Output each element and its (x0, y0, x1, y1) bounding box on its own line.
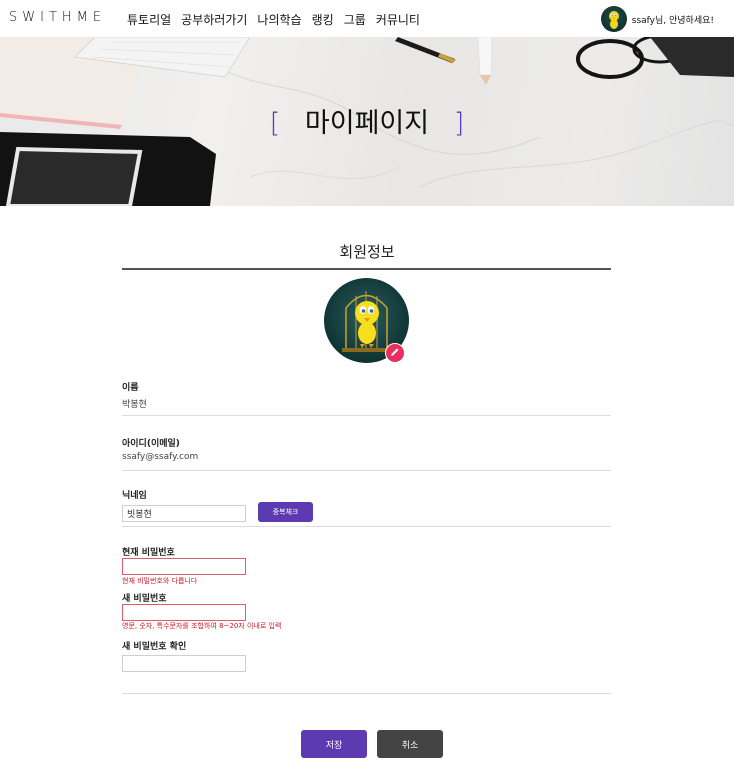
menu-item-ranking[interactable]: 랭킹 (312, 11, 334, 28)
id-label: 아이디(이메일) (122, 439, 180, 449)
page-title-text: 마이페이지 (304, 108, 430, 139)
current-password-error: 현재 비밀번호와 다릅니다 (122, 577, 198, 585)
save-button[interactable]: 저장 (301, 730, 367, 758)
title-divider (122, 268, 611, 270)
menu-item-group[interactable]: 그룹 (344, 11, 366, 28)
current-password-input[interactable] (122, 558, 246, 575)
top-nav: SWITHME 튜토리얼 공부하러가기 나의학습 랭킹 그룹 커뮤니티 ssaf… (0, 0, 734, 37)
user-menu[interactable]: ssafy님, 안녕하세요! (600, 6, 714, 32)
avatar[interactable] (600, 6, 627, 32)
bracket-right: ] (453, 108, 465, 139)
divider (122, 415, 611, 416)
bracket-left: [ (269, 108, 281, 139)
confirm-password-input[interactable] (122, 655, 246, 672)
name-value: 박봉현 (122, 400, 147, 410)
nickname-label: 닉네임 (122, 491, 147, 501)
current-password-label: 현재 비밀번호 (122, 548, 175, 558)
divider (122, 470, 611, 471)
menu-item-study[interactable]: 공부하러가기 (181, 11, 247, 28)
name-label: 이름 (122, 383, 139, 393)
id-value: ssafy@ssafy.com (122, 452, 199, 462)
divider (122, 526, 611, 527)
new-password-input[interactable] (122, 604, 246, 621)
duplicate-check-button[interactable]: 중복체크 (258, 502, 313, 522)
greeting-text: ssafy님, 안녕하세요! (631, 15, 714, 26)
divider (122, 693, 611, 694)
edit-profile-image-button[interactable] (385, 343, 405, 363)
page-banner: [ 마이페이지 ] (0, 37, 734, 206)
cancel-button[interactable]: 취소 (377, 730, 443, 758)
section-title: 회원정보 (339, 243, 395, 261)
new-password-label: 새 비밀번호 (122, 594, 167, 604)
confirm-password-label: 새 비밀번호 확인 (122, 642, 187, 652)
logo[interactable]: SWITHME (9, 10, 106, 25)
main-menu: 튜토리얼 공부하러가기 나의학습 랭킹 그룹 커뮤니티 (127, 11, 430, 28)
nickname-input[interactable] (122, 505, 246, 522)
page-title: [ 마이페이지 ] (0, 101, 734, 140)
new-password-error: 영문, 숫자, 특수문자를 조합하여 8~20자 이내로 입력 (122, 622, 282, 630)
menu-item-my-learning[interactable]: 나의학습 (257, 11, 301, 28)
menu-item-tutorial[interactable]: 튜토리얼 (127, 11, 171, 28)
pencil-icon (390, 347, 400, 359)
menu-item-community[interactable]: 커뮤니티 (376, 11, 420, 28)
